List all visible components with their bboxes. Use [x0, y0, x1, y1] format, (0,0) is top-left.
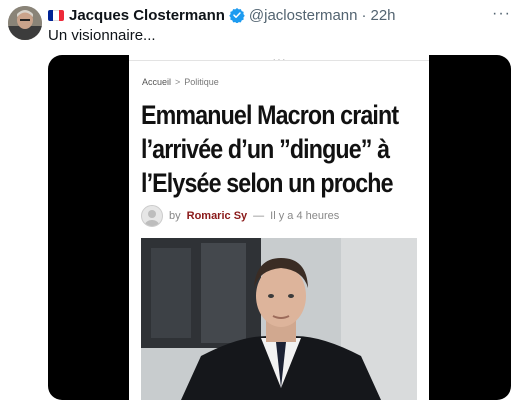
breadcrumb-home: Accueil	[142, 77, 172, 87]
tweet-media-image[interactable]: ··· Accueil > Politique Emmanuel Macron …	[48, 55, 511, 400]
header-separator: ·	[361, 6, 367, 24]
author-avatar[interactable]	[8, 6, 42, 40]
by-label: by	[169, 210, 181, 222]
breadcrumb: Accueil > Politique	[142, 77, 219, 87]
breadcrumb-separator: >	[175, 77, 181, 87]
article-top-dots: ···	[272, 55, 286, 67]
verified-badge-icon	[229, 7, 245, 24]
article-author: Romaric Sy	[186, 210, 248, 222]
author-name[interactable]: Jacques Clostermann	[69, 7, 225, 24]
tweet-time[interactable]: 22h	[371, 7, 396, 24]
article-time-ago: Il y a 4 heures	[270, 210, 340, 222]
tweet-header: Jacques Clostermann @jaclostermann · 22h	[48, 6, 396, 24]
author-placeholder-avatar-icon	[141, 205, 163, 227]
article-divider	[129, 60, 429, 61]
france-flag-icon	[48, 9, 64, 21]
macron-photo	[141, 238, 417, 400]
more-options-icon[interactable]: ···	[492, 5, 511, 23]
author-handle[interactable]: @jaclostermann	[249, 7, 358, 24]
byline-dash: —	[253, 210, 265, 222]
tweet-text: Un visionnaire...	[48, 27, 156, 44]
breadcrumb-category: Politique	[184, 77, 219, 87]
article-screenshot: ··· Accueil > Politique Emmanuel Macron …	[129, 55, 429, 400]
article-byline: by Romaric Sy — Il y a 4 heures	[141, 205, 339, 227]
article-headline: Emmanuel Macron craint l’arrivée d’un ”d…	[141, 100, 399, 198]
